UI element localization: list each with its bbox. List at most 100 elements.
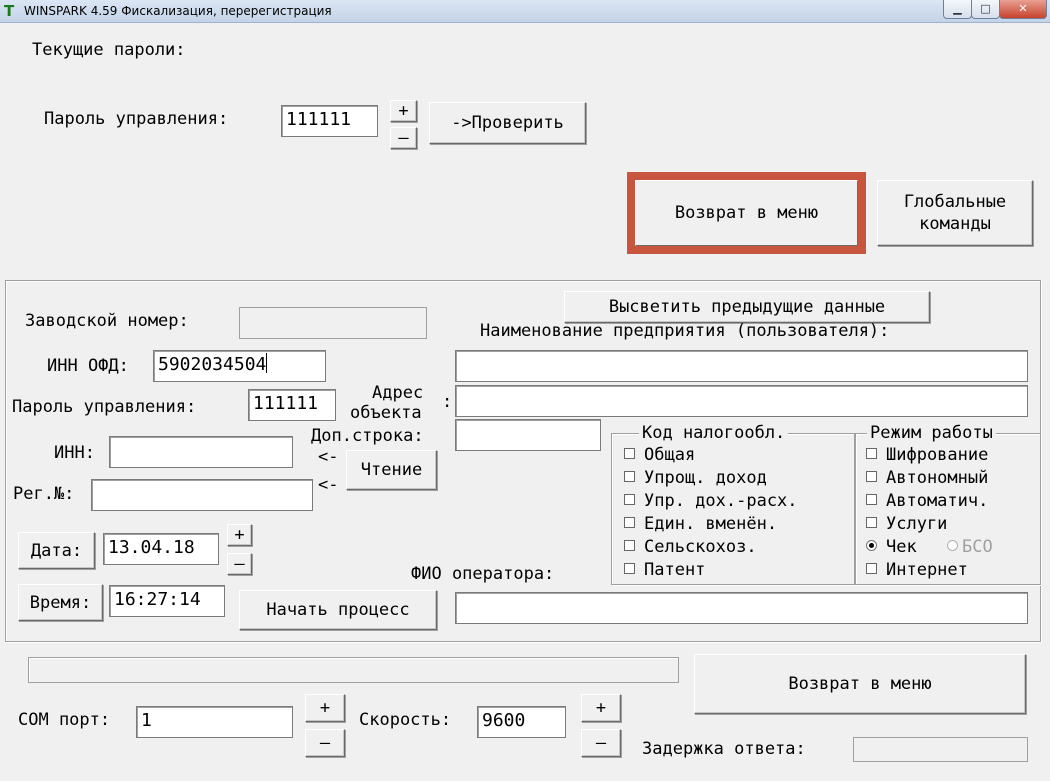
minimize-button[interactable]: ▁ <box>943 0 972 19</box>
check-password-button[interactable]: ->Проверить <box>429 102 586 144</box>
extra-line-label: Доп.строка: <box>311 426 424 446</box>
reg-number-label: Рег.№: <box>13 484 75 504</box>
com-port-field[interactable]: 1 <box>136 706 293 738</box>
date-increment-button[interactable]: + <box>227 524 252 546</box>
maximize-button[interactable]: □ <box>971 0 1000 19</box>
address-label-line1: Адрес <box>372 383 424 403</box>
tax-checkbox-imputed[interactable]: Един. вменён. <box>624 514 777 534</box>
address-field[interactable] <box>455 385 1028 417</box>
main-window: Т WINSPARK 4.59 Фискализация, перерегист… <box>0 0 1050 781</box>
tax-checkbox-general[interactable]: Общая <box>624 445 695 465</box>
return-to-menu-button-top[interactable]: Возврат в меню <box>627 172 866 254</box>
radio-selected-icon <box>866 540 877 551</box>
checkbox-icon <box>866 563 877 574</box>
inn-ofd-label: ИНН ОФД: <box>47 356 129 376</box>
mode-checkbox-label: Шифрование <box>886 445 989 465</box>
mode-checkbox-label: Интернет <box>886 560 968 580</box>
mode-checkbox-automatic[interactable]: Автоматич. <box>866 491 988 511</box>
checkbox-icon <box>624 517 635 528</box>
operator-name-label: ФИО оператора: <box>411 564 555 584</box>
mode-radio-receipt[interactable]: Чек <box>866 537 917 557</box>
admin-password-label-2: Пароль управления: <box>12 397 197 417</box>
tax-checkbox-label: Патент <box>644 560 706 580</box>
extra-line-field[interactable] <box>455 419 601 451</box>
checkbox-icon <box>624 448 635 459</box>
checkbox-icon <box>866 494 877 505</box>
show-previous-data-button[interactable]: Высветить предыдущие данные <box>564 291 930 323</box>
mode-radio-bso[interactable]: БСО <box>947 537 993 557</box>
admin-password-label: Пароль управления: <box>44 109 229 129</box>
progress-bar <box>28 657 679 683</box>
mode-checkbox-autonomous[interactable]: Автономный <box>866 468 988 488</box>
operator-name-field[interactable] <box>455 592 1028 624</box>
work-mode-group-title: Режим работы <box>867 423 996 443</box>
app-logo-icon: Т <box>4 2 15 20</box>
checkbox-icon <box>866 471 877 482</box>
title-bar: Т WINSPARK 4.59 Фискализация, перерегист… <box>0 0 1050 23</box>
tax-checkbox-label: Един. вменён. <box>644 514 778 534</box>
tax-checkbox-simplified-income[interactable]: Упрощ. доход <box>624 468 767 488</box>
admin-password-field-2[interactable]: 111111 <box>248 389 336 421</box>
close-button[interactable]: ✕ <box>999 0 1047 19</box>
tax-checkbox-simplified-income-expense[interactable]: Упр. дох.-расх. <box>624 491 798 511</box>
admin-password-increment-button[interactable]: + <box>390 100 417 122</box>
com-port-increment-button[interactable]: + <box>305 694 345 722</box>
arrow-left-2: <- <box>318 475 339 495</box>
mode-checkbox-label: Услуги <box>886 514 948 534</box>
start-process-button[interactable]: Начать процесс <box>239 590 437 630</box>
tax-checkbox-label: Общая <box>644 445 696 465</box>
read-button[interactable]: Чтение <box>346 450 437 490</box>
speed-field[interactable]: 9600 <box>477 706 566 738</box>
company-name-field[interactable] <box>455 350 1028 382</box>
speed-label: Скорость: <box>359 710 452 730</box>
radio-icon <box>947 540 958 551</box>
admin-password-decrement-button[interactable]: – <box>390 127 417 149</box>
time-button[interactable]: Время: <box>18 584 103 621</box>
checkbox-icon <box>866 448 877 459</box>
admin-password-field[interactable]: 111111 <box>281 105 378 137</box>
reg-number-field[interactable] <box>91 479 313 511</box>
mode-checkbox-label: Автономный <box>886 468 989 488</box>
date-button[interactable]: Дата: <box>18 532 95 569</box>
global-commands-label-1: Глобальные <box>903 192 1007 212</box>
time-field[interactable]: 16:27:14 <box>109 585 225 617</box>
maximize-icon: □ <box>980 2 991 15</box>
mode-checkbox-internet[interactable]: Интернет <box>866 560 968 580</box>
tax-checkbox-patent[interactable]: Патент <box>624 560 705 580</box>
com-port-decrement-button[interactable]: – <box>305 729 345 757</box>
return-to-menu-button-bottom[interactable]: Возврат в меню <box>694 654 1026 714</box>
global-commands-label-2: команды <box>919 214 991 234</box>
text-caret <box>266 353 268 373</box>
button-bevel <box>635 180 858 246</box>
com-port-label: COM порт: <box>18 710 111 730</box>
global-commands-button[interactable]: Глобальные команды <box>877 180 1033 246</box>
tax-system-group-title: Код налогообл. <box>639 423 789 443</box>
window-title: WINSPARK 4.59 Фискализация, перерегистра… <box>24 4 332 18</box>
serial-number-label: Заводской номер: <box>25 311 189 331</box>
mode-checkbox-encryption[interactable]: Шифрование <box>866 445 988 465</box>
tax-checkbox-label: Упрощ. доход <box>644 468 767 488</box>
inn-field[interactable] <box>109 436 293 468</box>
minimize-icon: ▁ <box>953 2 962 15</box>
speed-increment-button[interactable]: + <box>581 694 621 722</box>
address-label-line2: объекта <box>350 403 422 423</box>
inn-ofd-value: 5902034504 <box>158 354 267 375</box>
response-delay-field <box>853 737 1028 762</box>
checkbox-icon <box>866 517 877 528</box>
date-decrement-button[interactable]: – <box>227 553 252 575</box>
mode-checkbox-services[interactable]: Услуги <box>866 514 947 534</box>
inn-ofd-field[interactable]: 5902034504 <box>153 350 326 382</box>
company-name-label: Наименование предприятия (пользователя): <box>480 321 890 341</box>
close-icon: ✕ <box>1018 2 1028 15</box>
tax-checkbox-label: Сельскохоз. <box>644 537 757 557</box>
tax-checkbox-agricultural[interactable]: Сельскохоз. <box>624 537 757 557</box>
checkbox-icon <box>624 540 635 551</box>
mode-checkbox-label: Автоматич. <box>886 491 989 511</box>
checkbox-icon <box>624 563 635 574</box>
date-field[interactable]: 13.04.18 <box>103 533 219 565</box>
speed-decrement-button[interactable]: – <box>581 729 621 757</box>
inn-label: ИНН: <box>54 443 95 463</box>
arrow-left-1: <- <box>318 447 339 467</box>
current-passwords-heading: Текущие пароли: <box>32 40 186 60</box>
mode-radio-label: Чек <box>886 537 917 557</box>
